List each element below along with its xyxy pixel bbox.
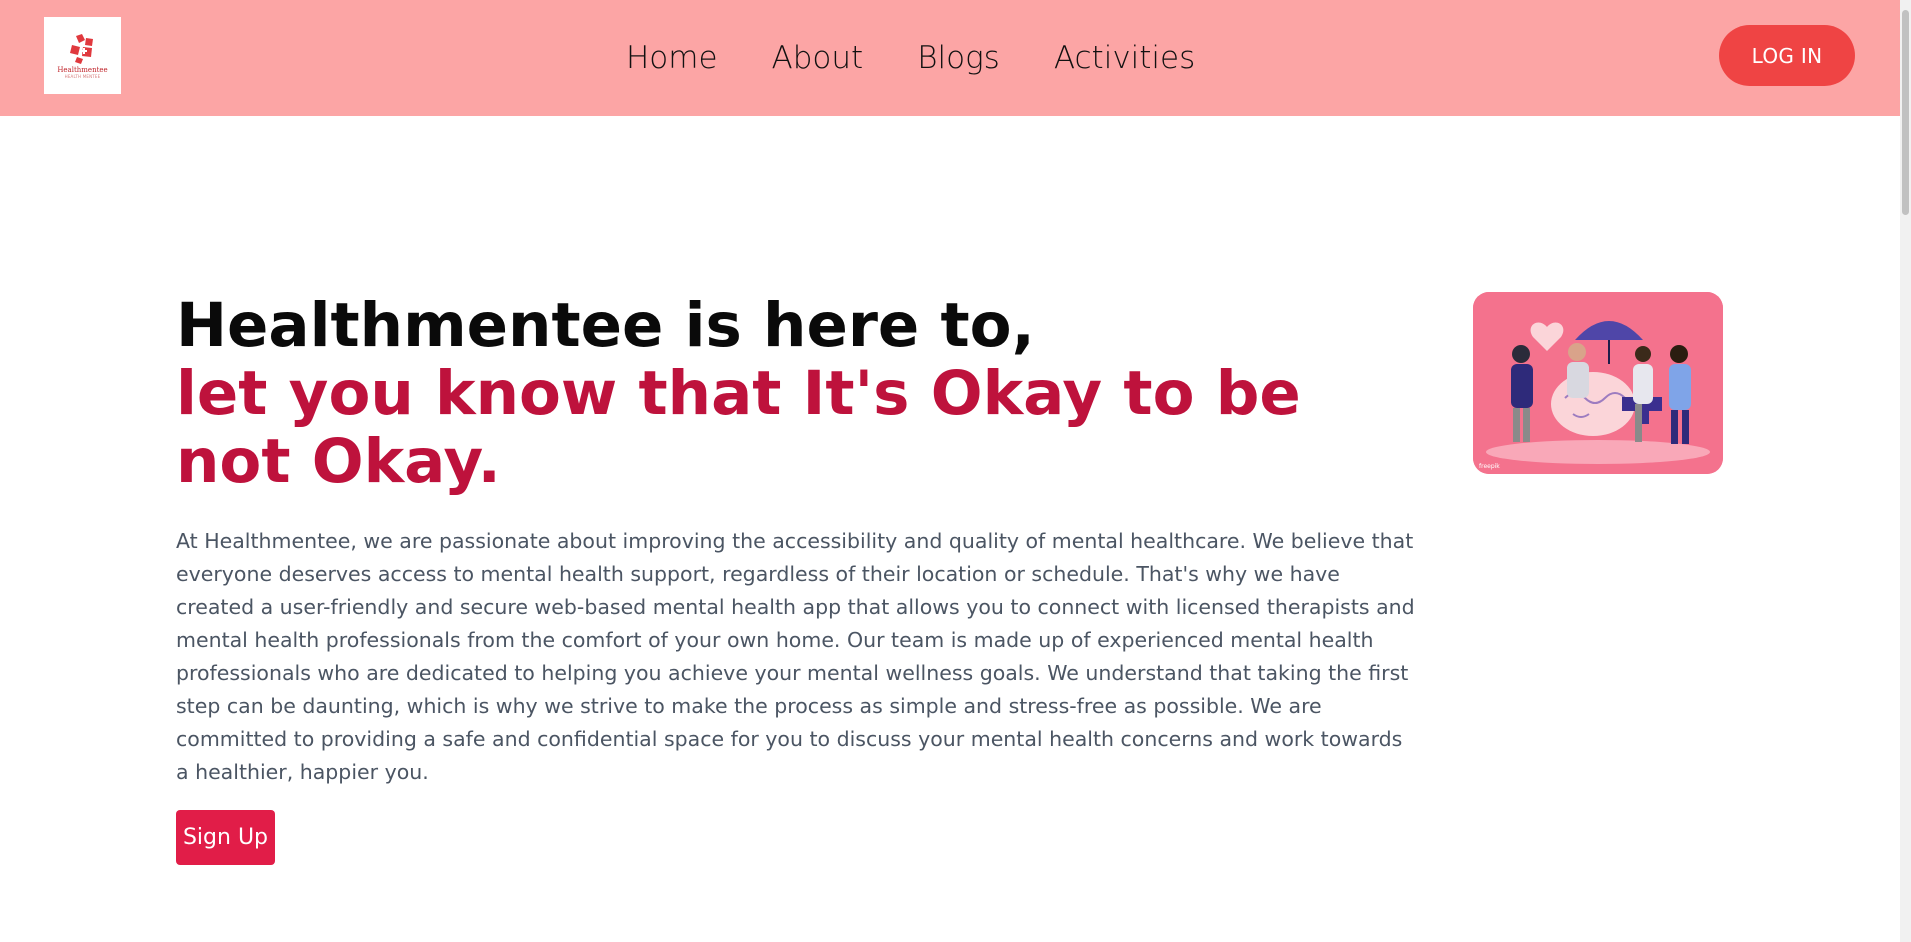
page-scrollbar[interactable] — [1900, 0, 1911, 942]
login-button[interactable]: LOG IN — [1719, 25, 1855, 86]
nav-activities[interactable]: Activities — [1054, 34, 1195, 82]
people-with-brain-icon: freepik — [1473, 292, 1723, 474]
logo[interactable]: Healthmentee HEALTH MENTEE — [44, 17, 121, 94]
top-navbar: Healthmentee HEALTH MENTEE Home About Bl… — [0, 0, 1900, 116]
image-caption: freepik — [1479, 463, 1500, 470]
signup-button[interactable]: Sign Up — [176, 810, 275, 865]
nav-about[interactable]: About — [772, 34, 864, 82]
logo-mark-icon — [69, 34, 93, 64]
nav-home[interactable]: Home — [626, 34, 718, 82]
hero-title-line1: Healthmentee is here to, — [176, 290, 1035, 361]
main-nav: Home About Blogs Activities — [626, 34, 1195, 82]
hero-title-line2: let you know that It's Okay to be not Ok… — [176, 358, 1301, 497]
logo-text: Healthmentee — [57, 66, 108, 74]
mental-health-illustration: freepik — [1473, 292, 1723, 474]
logo-subtitle: HEALTH MENTEE — [64, 74, 101, 79]
nav-blogs[interactable]: Blogs — [917, 34, 1000, 82]
hero-description: At Healthmentee, we are passionate about… — [176, 529, 1415, 784]
hero-heading: Healthmentee is here to, let you know th… — [176, 292, 1376, 496]
scrollbar-thumb[interactable] — [1902, 10, 1909, 215]
